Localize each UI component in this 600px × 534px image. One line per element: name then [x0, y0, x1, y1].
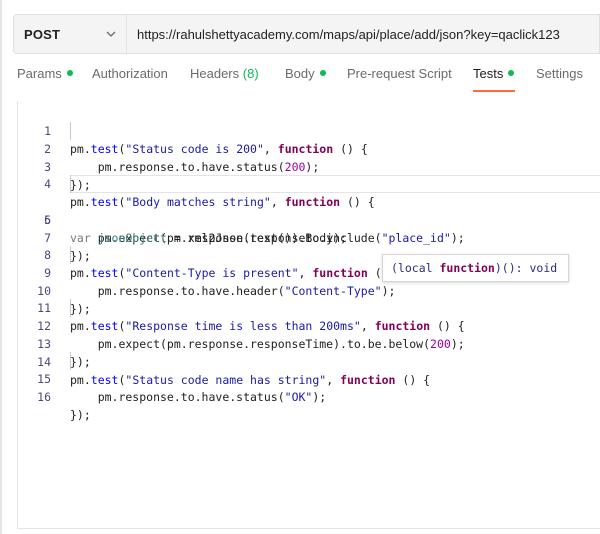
- indent-guide: [70, 246, 71, 264]
- code-line: 1 pm.test("Status code is 200", function…: [18, 104, 600, 156]
- code-line: 4 pm.test("Body matches string", functio…: [18, 157, 600, 209]
- code-line: 12 pm.expect(pm.response.responseTime).t…: [18, 299, 600, 351]
- code-line: 6 var jsonObject = xml2Json(responseBody…: [18, 193, 600, 245]
- tab-label: Params: [17, 66, 62, 81]
- tab-label: Settings: [536, 66, 583, 81]
- tab-authorization[interactable]: Authorization: [92, 66, 168, 81]
- code-text: pm.response.to.have.status("OK");: [70, 388, 327, 406]
- code-line: 8 pm.test("Content-Type is present", fun…: [18, 228, 600, 280]
- tab-pre-request-script[interactable]: Pre-request Script: [347, 66, 452, 81]
- code-text: });: [70, 408, 91, 422]
- status-dot: [66, 70, 73, 76]
- tab-headers[interactable]: Headers (8): [190, 66, 259, 81]
- code-line-active: 5 pm.expect(pm.response.text()).to.inclu…: [18, 175, 600, 245]
- headers-count: (8): [242, 66, 259, 81]
- code-line: 16 });: [18, 370, 600, 422]
- code-line: 11 pm.test("Response time is less than 2…: [18, 281, 600, 333]
- active-line-highlight: [70, 175, 600, 193]
- tab-body[interactable]: Body: [285, 66, 326, 81]
- tooltip-signature: )(): void: [494, 261, 558, 275]
- indent-guide: [70, 352, 71, 370]
- indent-guide: [70, 299, 71, 317]
- tooltip-open: (local: [391, 261, 440, 275]
- left-edge-divider: [0, 0, 2, 534]
- status-dot: [508, 70, 515, 76]
- method-label: POST: [24, 26, 61, 42]
- status-dot: [319, 70, 326, 76]
- tab-label: Headers: [190, 66, 240, 81]
- code-line: 14 pm.test("Status code name has string"…: [18, 335, 600, 387]
- tab-label: Pre-request Script: [347, 66, 452, 81]
- tooltip-keyword: function: [439, 261, 495, 275]
- url-input[interactable]: https://rahulshettyacademy.com/maps/api/…: [127, 14, 600, 54]
- method-select[interactable]: POST: [13, 14, 127, 54]
- token: pm.response.to.have.status(: [70, 390, 285, 404]
- code-line: 2 pm.response.to.have.status(200);: [18, 122, 600, 174]
- code-line: 15 pm.response.to.have.status("OK");: [18, 352, 600, 404]
- code-editor[interactable]: 1 pm.test("Status code is 200", function…: [17, 101, 600, 529]
- indent-guide: [70, 122, 71, 140]
- code-line: 3 });: [18, 140, 600, 192]
- token: "OK": [284, 390, 313, 404]
- chevron-down-icon: [106, 31, 116, 37]
- type-hint-tooltip: (local function)(): void: [382, 254, 569, 282]
- code-line: 7 });: [18, 211, 600, 263]
- token: );: [312, 390, 327, 404]
- code-line: 13 });: [18, 317, 600, 369]
- request-bar: POST https://rahulshettyacademy.com/maps…: [13, 14, 600, 54]
- tab-tests[interactable]: Tests: [473, 66, 515, 81]
- line-number: 16: [37, 390, 51, 404]
- active-tab-indicator: [473, 90, 515, 92]
- tab-label: Tests: [473, 66, 504, 81]
- indent-guide: [70, 175, 71, 193]
- tab-settings[interactable]: Settings: [536, 66, 583, 81]
- tab-label: Authorization: [92, 66, 168, 81]
- tab-params[interactable]: Params: [17, 66, 73, 81]
- tab-label: Body: [285, 66, 315, 81]
